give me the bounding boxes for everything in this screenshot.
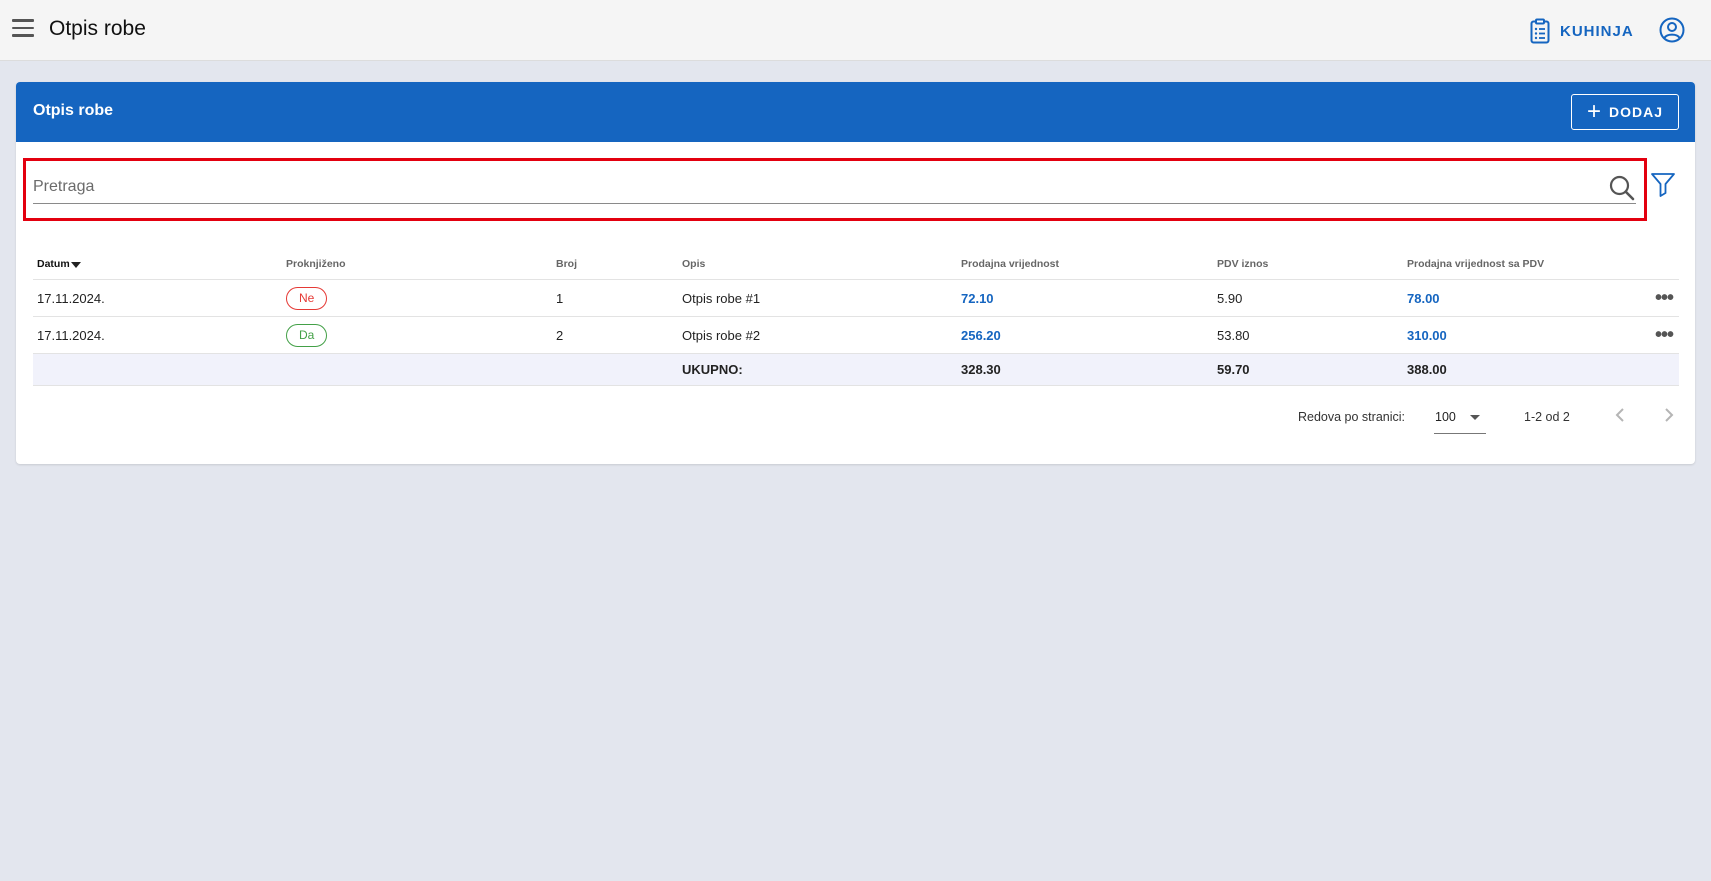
search-input[interactable] — [33, 171, 1636, 204]
cell-proknjizeno: Ne — [286, 280, 328, 316]
column-header-prodajna-vrijednost[interactable]: Prodajna vrijednost — [961, 248, 1059, 279]
chevron-down-icon — [1470, 415, 1480, 420]
column-header-proknjizeno[interactable]: Proknjiženo — [286, 248, 346, 279]
cell-prodajna-vrijednost: 256.20 — [961, 327, 1001, 343]
plus-icon: + — [1586, 98, 1601, 125]
sort-descending-icon — [70, 262, 81, 268]
more-options-icon[interactable]: ••• — [1655, 317, 1674, 353]
total-pdv-iznos: 59.70 — [1217, 362, 1250, 377]
chevron-left-icon[interactable] — [1610, 403, 1630, 427]
add-button-label: DODAJ — [1609, 104, 1664, 120]
column-header-pdv-iznos[interactable]: PDV iznos — [1217, 248, 1268, 279]
search-icon[interactable] — [1608, 174, 1636, 202]
cell-opis: Otpis robe #2 — [682, 327, 761, 343]
cell-opis: Otpis robe #1 — [682, 290, 761, 306]
cell-prodajna-sa-pdv: 78.00 — [1407, 290, 1440, 306]
column-header-prodajna-sa-pdv[interactable]: Prodajna vrijednost sa PDV — [1407, 248, 1544, 279]
card-title: Otpis robe — [33, 102, 114, 119]
pagination-range: 1-2 od 2 — [1524, 410, 1570, 424]
status-badge: Ne — [286, 286, 328, 310]
cell-pdv-iznos: 5.90 — [1217, 290, 1243, 306]
filter-icon[interactable] — [1649, 170, 1677, 198]
column-header-opis[interactable]: Opis — [682, 248, 705, 279]
rows-per-page-value: 100 — [1435, 409, 1456, 424]
table-row[interactable]: 17.11.2024. Ne 1 Otpis robe #1 72.10 5.9… — [33, 280, 1679, 317]
table-header-row: Datum Proknjiženo Broj Opis Prodajna vri… — [33, 248, 1679, 280]
column-header-broj[interactable]: Broj — [556, 248, 577, 279]
cell-broj: 1 — [556, 290, 564, 306]
card-header: Otpis robe + DODAJ — [16, 82, 1695, 142]
cell-broj: 2 — [556, 327, 564, 343]
cell-datum: 17.11.2024. — [37, 290, 105, 306]
search-highlight-frame — [23, 158, 1647, 221]
page-title: Otpis robe — [49, 17, 146, 40]
data-table: Datum Proknjiženo Broj Opis Prodajna vri… — [33, 248, 1679, 386]
kitchen-button[interactable]: KUHINJA — [1530, 16, 1634, 46]
table-total-row: UKUPNO: 328.30 59.70 388.00 — [33, 354, 1679, 386]
column-header-datum[interactable]: Datum — [37, 248, 81, 279]
kitchen-label: KUHINJA — [1560, 22, 1634, 40]
add-button[interactable]: + DODAJ — [1571, 94, 1679, 130]
app-bar: Otpis robe KUHINJA — [0, 0, 1711, 61]
menu-icon[interactable] — [12, 19, 34, 41]
rows-per-page-label: Redova po stranici: — [1298, 410, 1406, 424]
rows-per-page-select[interactable]: 100 — [1434, 400, 1486, 434]
column-header-label: Datum — [37, 257, 70, 270]
clipboard-list-icon — [1530, 18, 1550, 44]
cell-pdv-iznos: 53.80 — [1217, 327, 1250, 343]
status-badge: Da — [286, 323, 328, 347]
total-prodajna-vrijednost: 328.30 — [961, 362, 1001, 377]
total-label: UKUPNO: — [682, 362, 743, 377]
cell-prodajna-sa-pdv: 310.00 — [1407, 327, 1447, 343]
chevron-right-icon[interactable] — [1659, 403, 1679, 427]
account-circle-icon[interactable] — [1658, 16, 1686, 44]
total-prodajna-sa-pdv: 388.00 — [1407, 362, 1447, 377]
main-card: Otpis robe + DODAJ Datum Proknjiženo Bro… — [16, 82, 1695, 464]
cell-proknjizeno: Da — [286, 317, 328, 353]
more-options-icon[interactable]: ••• — [1655, 280, 1674, 316]
cell-prodajna-vrijednost: 72.10 — [961, 290, 994, 306]
cell-datum: 17.11.2024. — [37, 327, 105, 343]
table-row[interactable]: 17.11.2024. Da 2 Otpis robe #2 256.20 53… — [33, 317, 1679, 354]
